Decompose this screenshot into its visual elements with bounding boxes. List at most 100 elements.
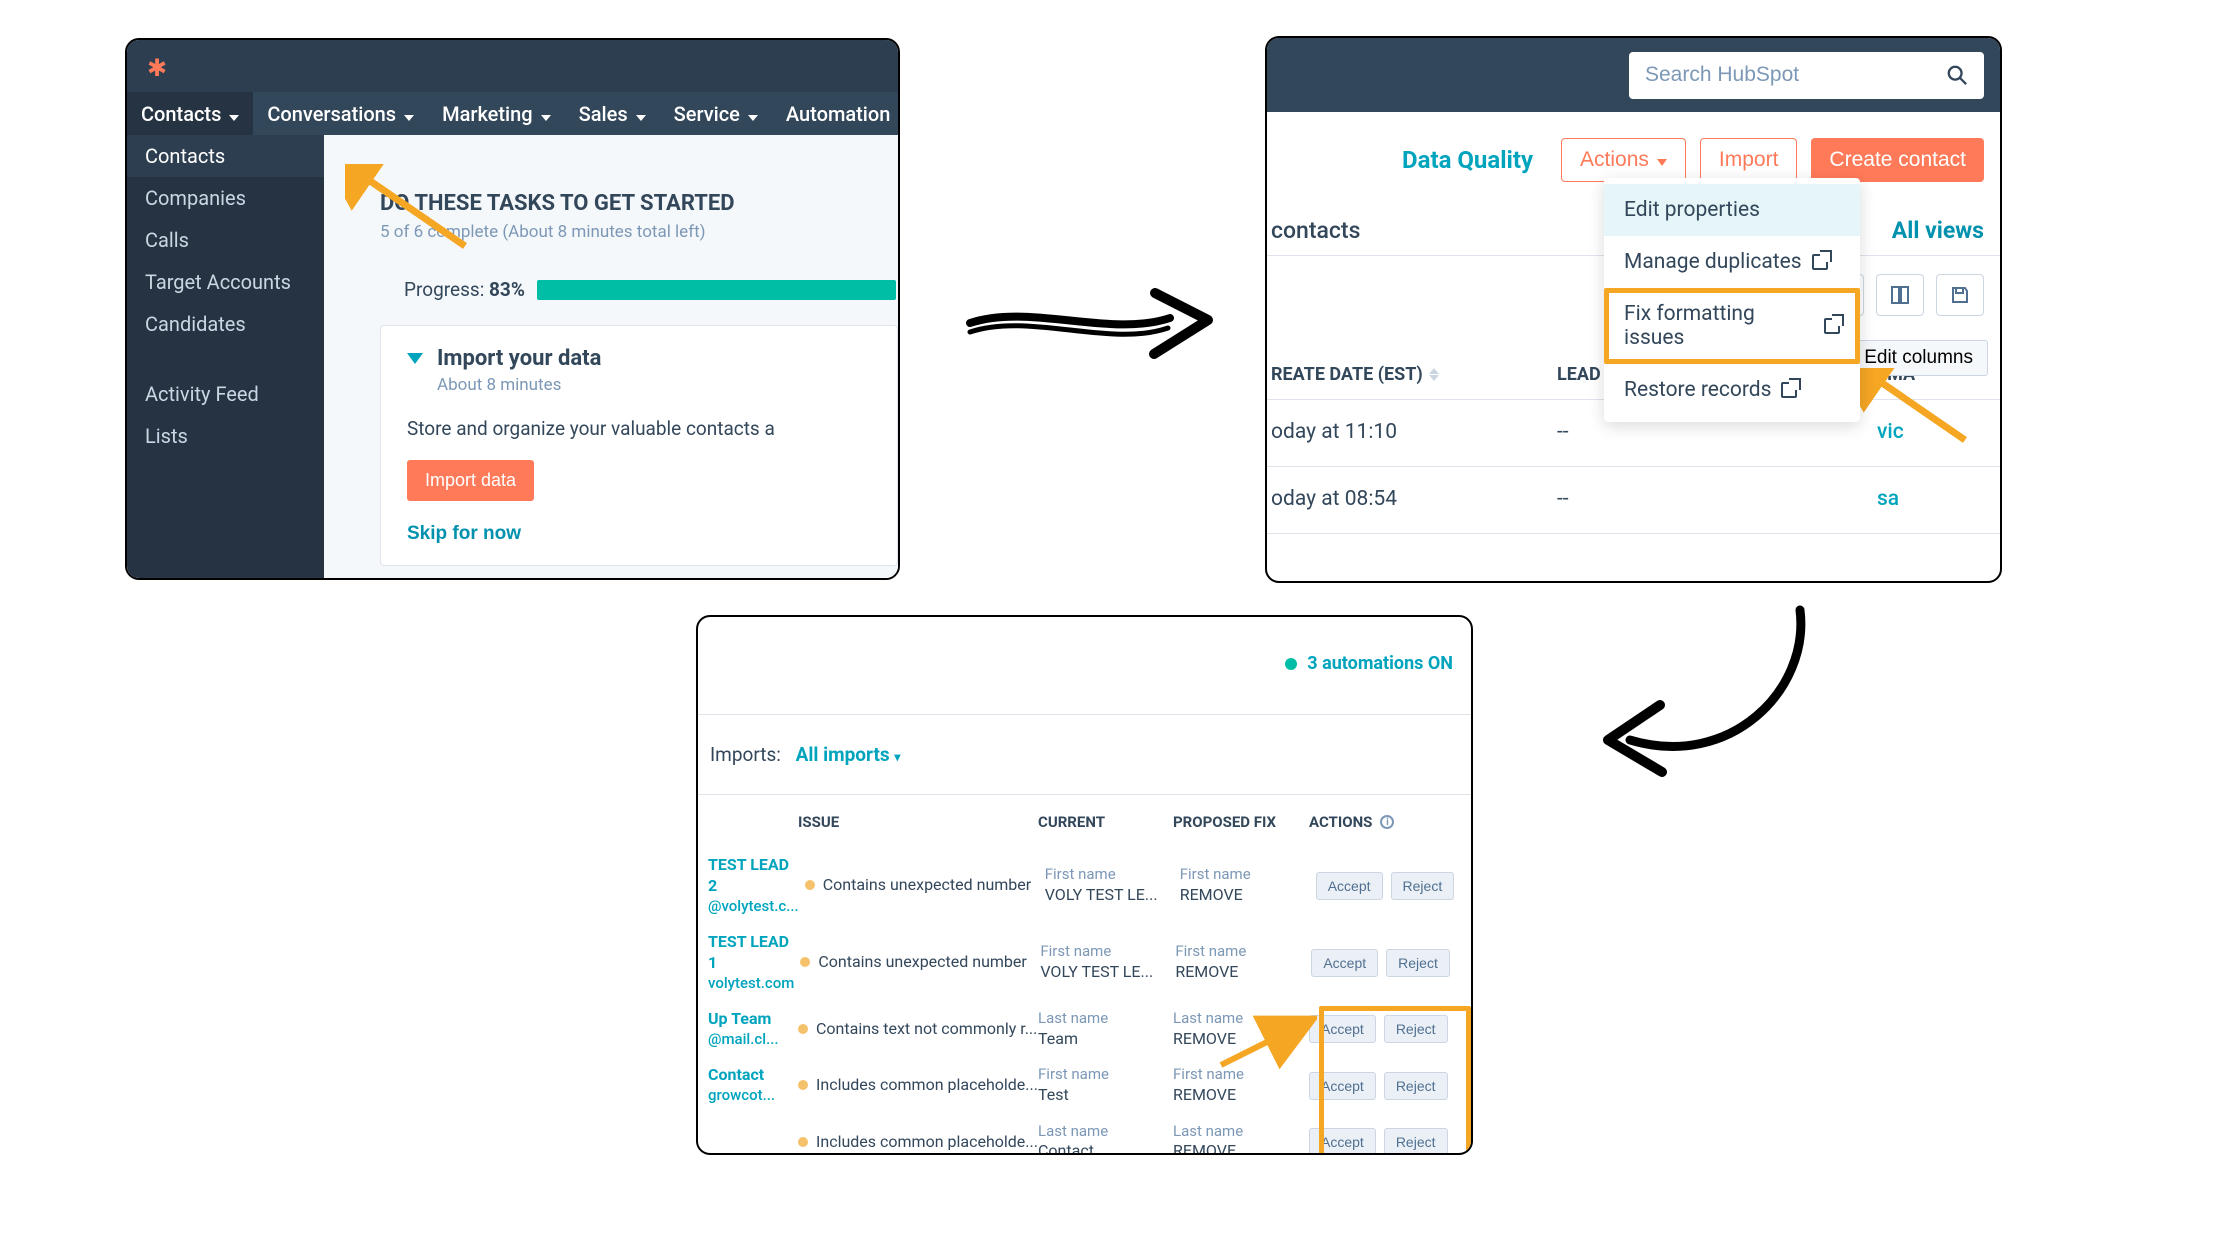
- nav-item-automation[interactable]: Automation: [772, 92, 900, 135]
- progress-bar: [537, 280, 896, 300]
- progress-label: Progress: 83%: [404, 278, 525, 301]
- caret-down-icon: [746, 102, 758, 126]
- accept-button[interactable]: Accept: [1309, 1072, 1376, 1100]
- contacts-submenu: ContactsCompaniesCallsTarget AccountsCan…: [127, 135, 324, 578]
- external-link-icon: [1824, 318, 1840, 334]
- issue-row: Includes common placeholde...Last nameCo…: [698, 1114, 1471, 1155]
- panel-formatting-issues: 3 automations ON Imports: All imports ▾ …: [696, 615, 1473, 1155]
- nav-item-sales[interactable]: Sales: [565, 92, 660, 135]
- issue-cell: Includes common placeholde...: [798, 1075, 1038, 1096]
- accept-button[interactable]: Accept: [1309, 1015, 1376, 1043]
- warning-dot-icon: [798, 1024, 808, 1034]
- flow-arrow-icon: [960, 258, 1220, 388]
- sidebar-item-lists[interactable]: Lists: [127, 415, 324, 457]
- caret-down-icon: [634, 102, 646, 126]
- sidebar-item-calls[interactable]: Calls: [127, 219, 324, 261]
- reject-button[interactable]: Reject: [1384, 1015, 1448, 1043]
- issues-table-body: TEST LEAD 2@volytest.c...Contains unexpe…: [698, 847, 1471, 1155]
- sidebar-item-target-accounts[interactable]: Target Accounts: [127, 261, 324, 303]
- contact-link[interactable]: TEST LEAD 2@volytest.c...: [708, 855, 805, 916]
- import-button[interactable]: Import: [1700, 138, 1798, 182]
- chevron-down-icon[interactable]: [407, 353, 423, 364]
- card-duration: About 8 minutes: [437, 375, 871, 395]
- actions-cell: Accept Reject: [1311, 949, 1461, 977]
- search-icon: [1946, 64, 1968, 86]
- save-view-button[interactable]: [1936, 274, 1984, 316]
- caret-down-icon: [402, 102, 414, 126]
- th-issue: ISSUE: [798, 813, 1038, 831]
- annotation-arrow-icon: [345, 164, 475, 254]
- caret-down-icon: [896, 102, 900, 126]
- topbar: [1267, 38, 2000, 112]
- current-cell: Last nameContact: [1038, 1122, 1173, 1155]
- dd-item-restore-records[interactable]: Restore records: [1604, 364, 1860, 416]
- sidebar-item-contacts[interactable]: Contacts: [127, 135, 324, 177]
- cell-email[interactable]: sa: [1877, 487, 2000, 511]
- nav-item-conversations[interactable]: Conversations: [253, 92, 428, 135]
- nav-item-marketing[interactable]: Marketing: [428, 92, 565, 135]
- cell-date: oday at 08:54: [1267, 487, 1557, 511]
- caret-down-icon: [1657, 148, 1667, 172]
- all-views-link[interactable]: All views: [1892, 217, 1984, 244]
- issue-cell: Contains text not commonly r...: [798, 1019, 1038, 1040]
- contact-link[interactable]: Up Team@mail.cl...: [708, 1009, 798, 1049]
- issue-cell: Contains unexpected number: [800, 952, 1040, 973]
- automations-link[interactable]: 3 automations ON: [1307, 653, 1453, 674]
- dd-item-edit-properties[interactable]: Edit properties: [1604, 184, 1860, 236]
- sidebar-item-candidates[interactable]: Candidates: [127, 303, 324, 345]
- current-cell: First nameVOLY TEST LE...: [1040, 942, 1175, 982]
- search-wrapper[interactable]: [1629, 52, 1984, 99]
- contact-link[interactable]: TEST LEAD 1volytest.com: [708, 932, 800, 993]
- reject-button[interactable]: Reject: [1384, 1072, 1448, 1100]
- issue-cell: Includes common placeholde...: [798, 1132, 1038, 1153]
- reject-button[interactable]: Reject: [1391, 872, 1455, 900]
- current-cell: Last nameTeam: [1038, 1009, 1173, 1049]
- data-quality-link[interactable]: Data Quality: [1402, 146, 1533, 174]
- cell-status: --: [1557, 420, 1877, 444]
- sidebar-item-companies[interactable]: Companies: [127, 177, 324, 219]
- accept-button[interactable]: Accept: [1309, 1128, 1376, 1155]
- nav-item-contacts[interactable]: Contacts: [127, 92, 253, 135]
- columns-button[interactable]: [1876, 274, 1924, 316]
- annotation-arrow-icon: [1217, 1015, 1317, 1071]
- current-cell: First nameTest: [1038, 1065, 1173, 1105]
- external-link-icon: [1781, 382, 1797, 398]
- imports-filter-row: Imports: All imports ▾: [698, 715, 1471, 795]
- proposed-cell: Last nameREMOVE: [1173, 1122, 1309, 1155]
- hubspot-logo-icon: ✱: [147, 54, 167, 82]
- actions-dropdown: Edit propertiesManage duplicatesFix form…: [1604, 178, 1860, 422]
- reject-button[interactable]: Reject: [1384, 1128, 1448, 1155]
- tab-contacts[interactable]: contacts: [1267, 217, 1360, 244]
- reject-button[interactable]: Reject: [1386, 949, 1450, 977]
- issue-row: Up Team@mail.cl...Contains text not comm…: [698, 1001, 1471, 1057]
- th-create-date[interactable]: REATE DATE (EST): [1267, 364, 1557, 385]
- issue-cell: Contains unexpected number: [805, 875, 1045, 896]
- info-icon[interactable]: i: [1380, 815, 1394, 829]
- proposed-cell: First nameREMOVE: [1175, 942, 1311, 982]
- automations-row: 3 automations ON: [698, 617, 1471, 674]
- status-dot-icon: [1285, 658, 1297, 670]
- accept-button[interactable]: Accept: [1316, 872, 1383, 900]
- dd-item-fix-formatting-issues[interactable]: Fix formatting issues: [1604, 288, 1860, 364]
- actions-button[interactable]: Actions: [1561, 138, 1686, 182]
- search-input[interactable]: [1645, 63, 1946, 87]
- nav-item-service[interactable]: Service: [660, 92, 772, 135]
- skip-button[interactable]: Skip for now: [407, 523, 521, 545]
- create-contact-button[interactable]: Create contact: [1811, 138, 1984, 182]
- progress-row: Progress: 83%: [380, 278, 898, 301]
- imports-filter[interactable]: All imports ▾: [796, 743, 901, 766]
- flow-arrow-icon: [1590, 600, 1820, 790]
- th-current: CURRENT: [1038, 813, 1173, 831]
- contact-link[interactable]: Contactgrowcot...: [708, 1065, 798, 1105]
- warning-dot-icon: [798, 1080, 808, 1090]
- dd-item-manage-duplicates[interactable]: Manage duplicates: [1604, 236, 1860, 288]
- th-proposed: PROPOSED FIX: [1173, 813, 1309, 831]
- external-link-icon: [1812, 254, 1828, 270]
- imports-label: Imports:: [710, 743, 781, 766]
- sidebar-item-activity-feed[interactable]: Activity Feed: [127, 373, 324, 415]
- table-row[interactable]: oday at 08:54--sa: [1267, 467, 2000, 534]
- accept-button[interactable]: Accept: [1311, 949, 1378, 977]
- issue-row: TEST LEAD 1volytest.comContains unexpect…: [698, 924, 1471, 1001]
- warning-dot-icon: [800, 957, 810, 967]
- import-data-button[interactable]: Import data: [407, 460, 534, 501]
